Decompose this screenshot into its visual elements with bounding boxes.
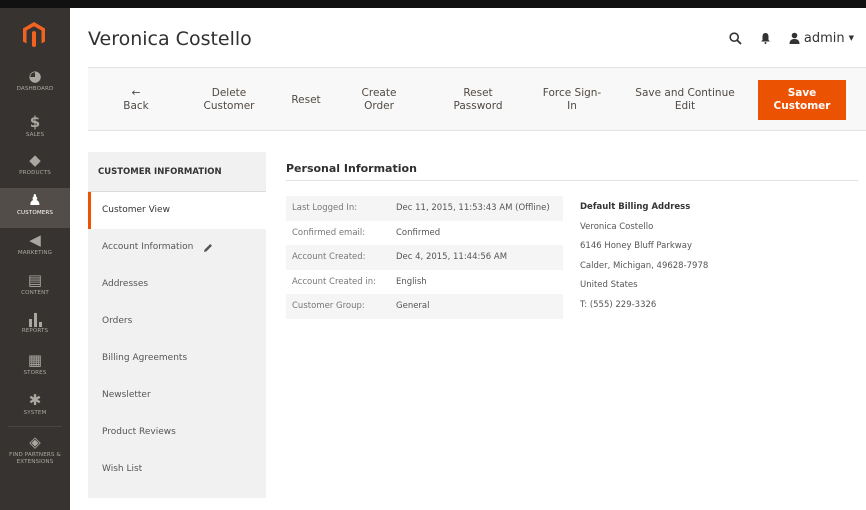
default-billing-address: Default Billing Address Veronica Costell… bbox=[580, 198, 708, 315]
admin-menu: ◕ Dashboard $ Sales ◆ Products ♟ Custome… bbox=[0, 0, 70, 510]
bar-chart-icon bbox=[0, 308, 70, 328]
row-label: Customer Group: bbox=[292, 301, 365, 312]
section-divider bbox=[286, 180, 858, 181]
table-row: Account Created: Dec 4, 2015, 11:44:56 A… bbox=[286, 245, 563, 270]
tabs-title: CUSTOMER INFORMATION bbox=[88, 152, 266, 192]
menu-item-dashboard[interactable]: ◕ Dashboard bbox=[0, 66, 70, 104]
box-icon: ◈ bbox=[29, 433, 41, 451]
save-customer-button[interactable]: Save Customer bbox=[758, 80, 846, 120]
tab-addresses[interactable]: Addresses bbox=[88, 266, 266, 303]
menu-item-customers[interactable]: ♟ Customers bbox=[0, 188, 70, 228]
row-value: English bbox=[396, 276, 427, 287]
search-icon[interactable] bbox=[729, 31, 742, 45]
row-value: Dec 11, 2015, 11:53:43 AM (Offline) bbox=[396, 203, 550, 214]
tab-account-information[interactable]: Account Information bbox=[88, 229, 266, 266]
magento-logo-icon[interactable] bbox=[23, 22, 45, 48]
create-order-button[interactable]: Create Order bbox=[354, 78, 404, 122]
top-strip bbox=[70, 0, 866, 8]
page-actions-bar: ← Back Delete Customer Reset Create Orde… bbox=[88, 67, 866, 131]
arrow-left-icon: ← bbox=[131, 87, 141, 99]
menu-item-sales[interactable]: $ Sales bbox=[0, 112, 70, 150]
personal-information-table: Last Logged In: Dec 11, 2015, 11:53:43 A… bbox=[286, 196, 563, 319]
billing-address-line: United States bbox=[580, 280, 638, 290]
megaphone-icon: ◀ bbox=[29, 231, 41, 249]
reset-password-button[interactable]: Reset Password bbox=[440, 78, 516, 122]
reset-button[interactable]: Reset bbox=[284, 78, 328, 122]
billing-phone: T: (555) 229-3326 bbox=[580, 299, 657, 310]
save-and-continue-button[interactable]: Save and Continue Edit bbox=[628, 78, 742, 122]
menu-item-content[interactable]: ▤ Content bbox=[0, 270, 70, 308]
billing-address-line: Calder, Michigan, 49628-7978 bbox=[580, 260, 709, 271]
force-sign-in-button[interactable]: Force Sign- In bbox=[534, 78, 610, 122]
billing-address-line: Veronica Costello bbox=[580, 221, 654, 232]
delete-customer-button[interactable]: Delete Customer bbox=[194, 78, 264, 122]
row-label: Account Created: bbox=[292, 252, 366, 263]
menu-item-reports[interactable]: Reports bbox=[0, 308, 70, 346]
tab-orders[interactable]: Orders bbox=[88, 303, 266, 340]
menu-item-marketing[interactable]: ◀ Marketing bbox=[0, 230, 70, 268]
tab-wish-list[interactable]: Wish List bbox=[88, 451, 266, 488]
billing-address-title: Default Billing Address bbox=[580, 202, 691, 212]
notifications-bell-icon[interactable] bbox=[760, 32, 771, 44]
dashboard-icon: ◕ bbox=[28, 67, 42, 85]
admin-username: admin bbox=[803, 30, 845, 46]
pencil-edit-icon bbox=[204, 243, 213, 252]
admin-user-menu[interactable]: admin ▼ bbox=[789, 31, 854, 46]
menu-item-stores[interactable]: ▦ Stores bbox=[0, 350, 70, 388]
back-button[interactable]: ← Back bbox=[116, 78, 156, 122]
tab-product-reviews[interactable]: Product Reviews bbox=[88, 414, 266, 451]
menu-item-find-partners[interactable]: ◈ Find Partners & Extensions bbox=[0, 432, 70, 476]
menu-item-products[interactable]: ◆ Products bbox=[0, 150, 70, 188]
person-icon: ♟ bbox=[28, 191, 42, 209]
row-label: Confirmed email: bbox=[292, 227, 366, 238]
menu-divider bbox=[8, 426, 62, 427]
tab-newsletter[interactable]: Newsletter bbox=[88, 377, 266, 414]
billing-address-line: 6146 Honey Bluff Parkway bbox=[580, 241, 692, 251]
page-title: Veronica Costello bbox=[88, 28, 252, 50]
user-icon bbox=[789, 32, 800, 44]
customer-information-tabs: CUSTOMER INFORMATION Customer View Accou… bbox=[88, 152, 266, 498]
cube-icon: ◆ bbox=[29, 151, 41, 169]
layout-icon: ▤ bbox=[27, 271, 43, 289]
row-label: Last Logged In: bbox=[292, 203, 358, 214]
store-icon: ▦ bbox=[27, 351, 43, 369]
table-row: Account Created in: English bbox=[286, 270, 563, 295]
table-row: Confirmed email: Confirmed bbox=[286, 221, 563, 246]
table-row: Customer Group: General bbox=[286, 294, 563, 319]
personal-information-title: Personal Information bbox=[286, 162, 417, 175]
row-label: Account Created in: bbox=[292, 276, 376, 287]
table-row: Last Logged In: Dec 11, 2015, 11:53:43 A… bbox=[286, 196, 563, 221]
row-value: Dec 4, 2015, 11:44:56 AM bbox=[396, 252, 508, 263]
header-actions: admin ▼ bbox=[729, 28, 854, 48]
tab-customer-view[interactable]: Customer View bbox=[88, 192, 266, 229]
menu-item-system[interactable]: ✱ System bbox=[0, 390, 70, 428]
chevron-down-icon: ▼ bbox=[848, 34, 854, 42]
dollar-icon: $ bbox=[29, 113, 41, 131]
row-value: General bbox=[396, 301, 430, 312]
gear-icon: ✱ bbox=[28, 391, 42, 409]
tab-billing-agreements[interactable]: Billing Agreements bbox=[88, 340, 266, 377]
row-value: Confirmed bbox=[396, 227, 441, 238]
